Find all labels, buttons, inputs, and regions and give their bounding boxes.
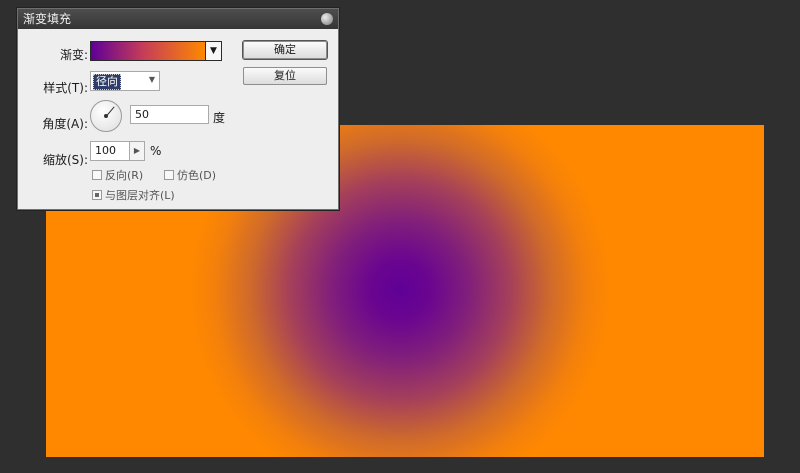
dither-label: 仿色(D) (177, 169, 217, 182)
align-label: 与图层对齐(L) (105, 189, 175, 202)
style-select[interactable]: 径向 ▼ (90, 71, 160, 91)
angle-dial-center (104, 114, 108, 118)
chevron-down-icon: ▼ (210, 46, 217, 56)
scale-stepper-button[interactable]: ▶ (129, 141, 145, 161)
scale-label: 缩放(S): (42, 153, 88, 167)
reverse-checkbox[interactable]: 反向(R) (92, 167, 143, 183)
ok-button[interactable]: 确定 (243, 41, 327, 59)
gradient-dropdown-button[interactable]: ▼ (206, 41, 222, 61)
dither-checkbox[interactable]: 仿色(D) (164, 167, 216, 183)
angle-label: 角度(A): (42, 117, 88, 131)
scale-unit: % (150, 144, 162, 158)
chevron-right-icon: ▶ (133, 146, 141, 155)
dialog-titlebar[interactable]: 渐变填充 (18, 9, 338, 29)
reverse-label: 反向(R) (105, 169, 144, 182)
panel-options-icon[interactable] (321, 13, 333, 25)
angle-unit: 度 (213, 111, 226, 125)
dialog-title: 渐变填充 (23, 12, 72, 26)
gradient-label: 渐变: (59, 48, 88, 62)
reset-button[interactable]: 复位 (243, 67, 327, 85)
chevron-down-icon: ▼ (148, 75, 155, 84)
checkbox-box-checked (92, 190, 102, 200)
align-with-layer-checkbox[interactable]: 与图层对齐(L) (92, 187, 175, 203)
checkbox-box (92, 170, 102, 180)
checkbox-box (164, 170, 174, 180)
scale-input[interactable]: 100 (90, 141, 130, 161)
gradient-fill-dialog: 渐变填充 渐变: ▼ 样式(T): 径向 ▼ 角度(A): 50 度 缩放(S)… (17, 8, 339, 210)
style-selected-value: 径向 (93, 74, 121, 90)
angle-input[interactable]: 50 (130, 105, 209, 124)
angle-dial[interactable] (90, 100, 122, 132)
gradient-swatch[interactable] (90, 41, 206, 61)
style-label: 样式(T): (43, 81, 88, 95)
